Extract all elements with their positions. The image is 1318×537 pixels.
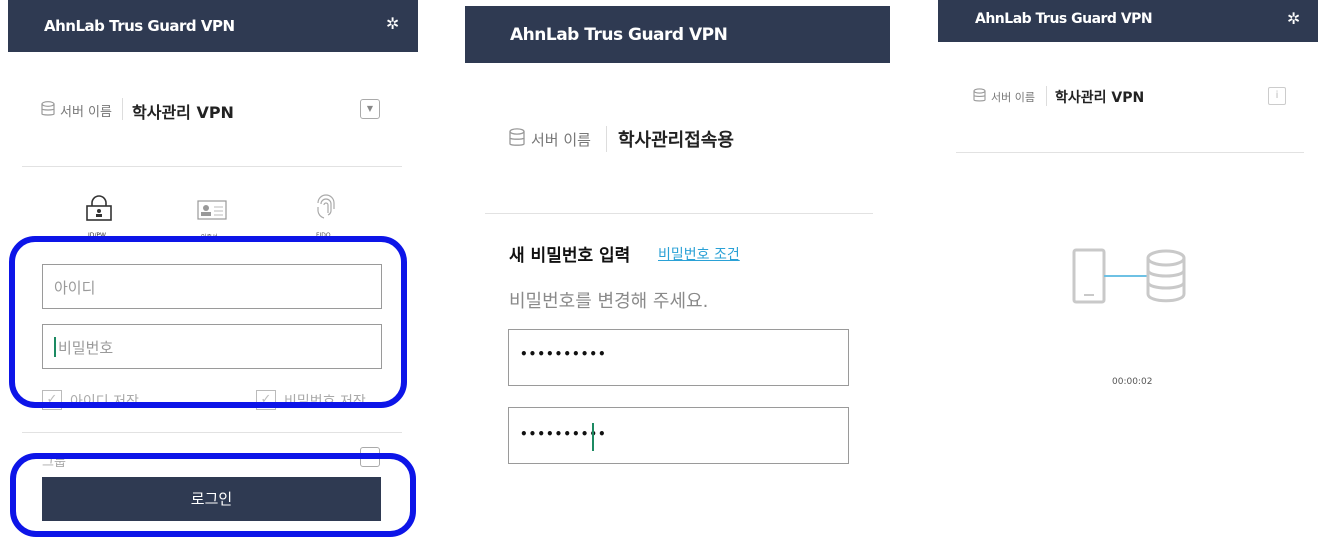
server-dropdown-button[interactable]: ▼ xyxy=(360,99,380,119)
app-title: AhnLab Trus Guard VPN xyxy=(975,11,1153,27)
server-label-divider xyxy=(122,98,123,120)
server-name-label: 서버 이름 xyxy=(991,91,1035,104)
certificate-tab-icon[interactable] xyxy=(197,200,227,220)
password-conditions-link[interactable]: 비밀번호 조건 xyxy=(658,244,740,264)
save-id-checkbox[interactable]: ✓ xyxy=(42,390,62,410)
divider xyxy=(22,166,402,167)
new-password-heading: 새 비밀번호 입력 xyxy=(509,246,631,266)
login-button[interactable]: 로그인 xyxy=(42,477,381,521)
gear-icon[interactable]: ✲ xyxy=(1287,11,1300,27)
text-cursor xyxy=(54,337,56,357)
save-password-label[interactable]: 비밀번호 저장 xyxy=(284,391,366,411)
title-bar: AhnLab Trus Guard VPN xyxy=(465,6,890,63)
group-dropdown-button[interactable] xyxy=(360,447,380,467)
password-input[interactable]: 비밀번호 xyxy=(42,324,382,369)
id-input[interactable]: 아이디 xyxy=(42,264,382,309)
server-name-label: 서버 이름 xyxy=(531,131,591,149)
new-password-input[interactable]: •••••••••• xyxy=(508,329,849,386)
fingerprint-icon[interactable] xyxy=(314,193,338,221)
info-icon[interactable]: i xyxy=(1268,87,1286,105)
divider xyxy=(956,152,1304,153)
instruction-text: 비밀번호를 변경해 주세요. xyxy=(509,291,709,312)
group-label: 그룹 xyxy=(42,455,66,470)
server-label-divider xyxy=(606,126,607,152)
server-icon xyxy=(41,101,55,116)
server-icon xyxy=(973,88,986,102)
id-pw-tab-icon[interactable] xyxy=(85,194,113,222)
server-icon xyxy=(509,128,525,146)
server-name-value: 학사관리접속용 xyxy=(618,130,734,151)
login-button-label: 로그인 xyxy=(190,490,233,508)
elapsed-time: 00:00:02 xyxy=(1112,377,1153,387)
save-id-label[interactable]: 아이디 저장 xyxy=(70,391,139,411)
id-placeholder: 아이디 xyxy=(54,279,96,297)
title-bar: AhnLab Trus Guard VPN ✲ xyxy=(8,0,418,52)
confirm-password-input[interactable]: •••••••••• xyxy=(508,407,849,464)
new-password-value: •••••••••• xyxy=(520,347,607,361)
gear-icon[interactable]: ✲ xyxy=(386,16,399,32)
server-label-divider xyxy=(1046,86,1047,106)
save-password-checkbox[interactable]: ✓ xyxy=(256,390,276,410)
certificate-tab-label[interactable]: 인증서 xyxy=(201,232,218,241)
connecting-panel: AhnLab Trus Guard VPN ✲ 서버 이름 학사관리 VPN i… xyxy=(938,0,1318,537)
connection-status-icon xyxy=(1072,248,1186,304)
divider xyxy=(485,213,873,214)
password-change-panel: AhnLab Trus Guard VPN 서버 이름 학사관리접속용 새 비밀… xyxy=(465,0,890,537)
divider xyxy=(22,432,402,433)
server-name-label: 서버 이름 xyxy=(60,105,112,120)
title-bar: AhnLab Trus Guard VPN ✲ xyxy=(938,0,1318,42)
credentials-highlight xyxy=(9,236,407,408)
fido-tab-label[interactable]: FIDO xyxy=(316,232,331,239)
server-name-value: 학사관리 VPN xyxy=(132,103,234,122)
server-name-value: 학사관리 VPN xyxy=(1055,90,1145,106)
app-title: AhnLab Trus Guard VPN xyxy=(510,25,728,45)
login-panel: AhnLab Trus Guard VPN ✲ 서버 이름 학사관리 VPN ▼… xyxy=(8,0,418,537)
app-title: AhnLab Trus Guard VPN xyxy=(44,17,235,35)
id-pw-tab-label[interactable]: ID/PW xyxy=(88,232,106,239)
text-cursor xyxy=(592,423,594,451)
password-placeholder: 비밀번호 xyxy=(58,339,114,357)
